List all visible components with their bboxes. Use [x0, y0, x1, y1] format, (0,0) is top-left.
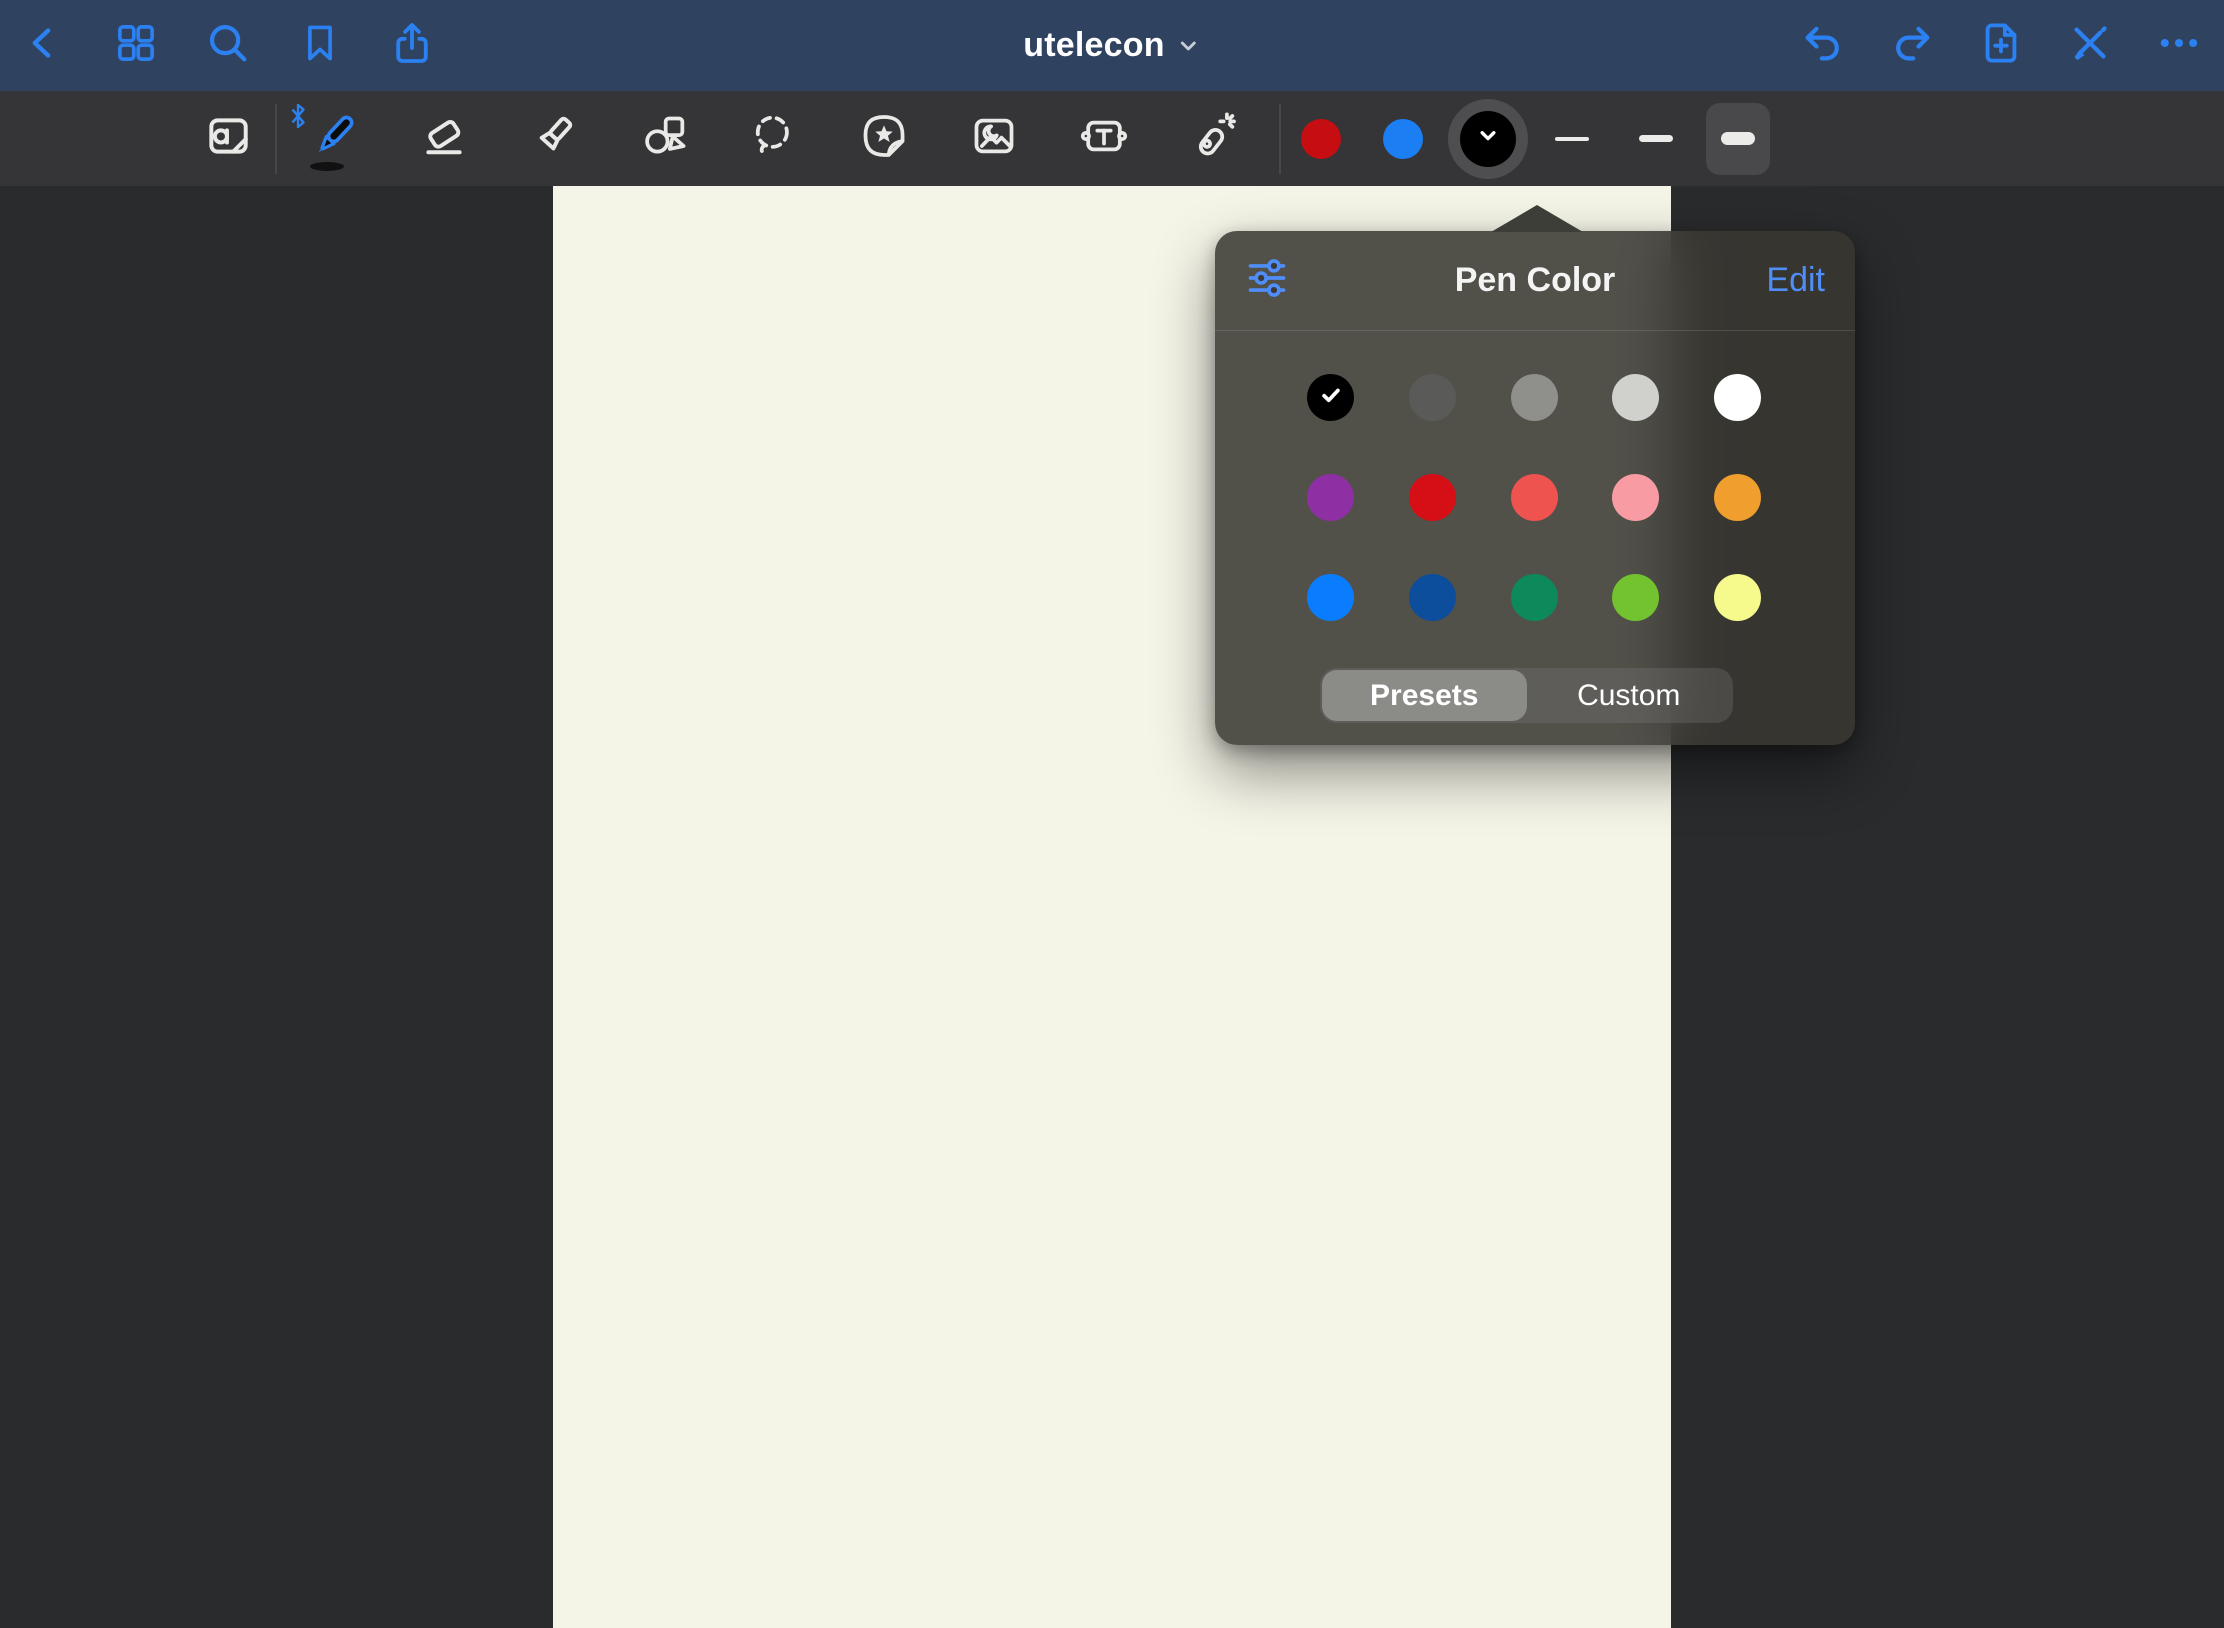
undo-button[interactable] [1800, 23, 1846, 69]
quick-color-blue[interactable] [1383, 119, 1423, 159]
pen-settings-button[interactable] [1245, 256, 1289, 305]
toolbar-divider [275, 104, 277, 174]
swatch-green[interactable] [1511, 574, 1558, 621]
swatch-white[interactable] [1714, 374, 1761, 421]
tab-custom[interactable]: Custom [1527, 670, 1732, 721]
stylus-cross-icon [2067, 20, 2113, 71]
quick-color-black-selected[interactable] [1448, 99, 1528, 179]
swatch-blue[interactable] [1307, 574, 1354, 621]
popover-title: Pen Color [1455, 261, 1616, 300]
stickers-tool-button[interactable] [859, 114, 909, 164]
document-title: utelecon [1023, 26, 1164, 65]
app-screen: utelecon [0, 0, 2224, 1628]
grid-icon [114, 21, 158, 70]
popover-header: Pen Color Edit [1215, 231, 1855, 331]
stroke-width-medium-button[interactable] [1634, 103, 1678, 175]
more-button[interactable] [2156, 23, 2202, 69]
swatch-yellow[interactable] [1714, 574, 1761, 621]
page-view-mode-icon [203, 111, 253, 166]
swatch-orange[interactable] [1714, 474, 1761, 521]
swatch-row-1 [1307, 374, 1761, 421]
swatch-row-2 [1307, 474, 1761, 521]
title-chevron-down-icon [1177, 34, 1201, 63]
topbar-right-group [1800, 23, 2224, 69]
thick-stroke-bar [1721, 132, 1755, 145]
text-icon [1079, 111, 1129, 166]
eraser-tool-button[interactable] [419, 114, 469, 164]
ellipsis-icon [2156, 20, 2202, 71]
share-button[interactable] [389, 23, 435, 69]
tool-group [309, 114, 1239, 164]
shapes-tool-button[interactable] [639, 114, 689, 164]
pages-overview-button[interactable] [113, 23, 159, 69]
stylus-disable-button[interactable] [2067, 23, 2113, 69]
thin-stroke-bar [1555, 137, 1589, 141]
check-icon [1316, 380, 1346, 415]
tab-presets[interactable]: Presets [1322, 670, 1527, 721]
swatch-purple[interactable] [1307, 474, 1354, 521]
page-view-mode-button[interactable] [203, 114, 253, 164]
color-swatch-grid [1215, 331, 1855, 621]
swatch-dark-gray[interactable] [1409, 374, 1456, 421]
pen-color-popover: Pen Color Edit [1215, 231, 1855, 745]
laser-pointer-tool-button[interactable] [1189, 114, 1239, 164]
swatch-red[interactable] [1409, 474, 1456, 521]
text-tool-button[interactable] [1079, 114, 1129, 164]
selected-color-circle [1460, 111, 1516, 167]
image-icon [969, 111, 1019, 166]
redo-icon [1889, 20, 1935, 71]
back-chevron-icon [24, 23, 64, 68]
sticker-star-icon [859, 111, 909, 166]
swatch-light-gray[interactable] [1612, 374, 1659, 421]
swatch-coral[interactable] [1511, 474, 1558, 521]
quick-color-red[interactable] [1301, 119, 1341, 159]
redo-button[interactable] [1889, 23, 1935, 69]
edit-colors-button[interactable]: Edit [1766, 261, 1825, 300]
share-icon [389, 20, 435, 71]
stroke-width-thin-button[interactable] [1550, 103, 1594, 175]
pen-shadow [310, 162, 344, 171]
swatch-black-selected[interactable] [1307, 374, 1354, 421]
topbar-left-group [0, 23, 435, 69]
undo-icon [1800, 20, 1846, 71]
swatch-pink[interactable] [1612, 474, 1659, 521]
shapes-icon [639, 111, 689, 166]
pen-tool-button[interactable] [309, 114, 359, 164]
back-button[interactable] [21, 23, 67, 69]
add-page-button[interactable] [1978, 23, 2024, 69]
document-title-control[interactable]: utelecon [1023, 0, 1200, 91]
highlighter-tool-button[interactable] [529, 114, 579, 164]
bookmark-button[interactable] [297, 23, 343, 69]
medium-stroke-bar [1639, 135, 1673, 142]
laser-pointer-icon [1189, 111, 1239, 166]
search-icon [205, 20, 251, 71]
swatch-navy[interactable] [1409, 574, 1456, 621]
toolbar-divider-2 [1279, 104, 1281, 174]
swatch-row-3 [1307, 574, 1761, 621]
image-tool-button[interactable] [969, 114, 1019, 164]
bluetooth-icon [287, 102, 309, 135]
search-button[interactable] [205, 23, 251, 69]
lasso-tool-button[interactable] [749, 114, 799, 164]
swatch-gray[interactable] [1511, 374, 1558, 421]
chevron-down-icon [1475, 123, 1501, 154]
top-navigation-bar: utelecon [0, 0, 2224, 91]
tools-toolbar [0, 91, 2224, 186]
swatch-light-green[interactable] [1612, 574, 1659, 621]
highlighter-icon [529, 111, 579, 166]
quick-color-group [1301, 99, 1770, 179]
stroke-width-thick-button-selected[interactable] [1706, 103, 1770, 175]
presets-custom-segmented-control: Presets Custom [1320, 668, 1733, 723]
pen-icon [308, 110, 360, 167]
lasso-icon [749, 111, 799, 166]
bookmark-icon [298, 21, 342, 70]
sliders-icon [1245, 256, 1289, 305]
eraser-icon [419, 111, 469, 166]
add-page-icon [1978, 20, 2024, 71]
